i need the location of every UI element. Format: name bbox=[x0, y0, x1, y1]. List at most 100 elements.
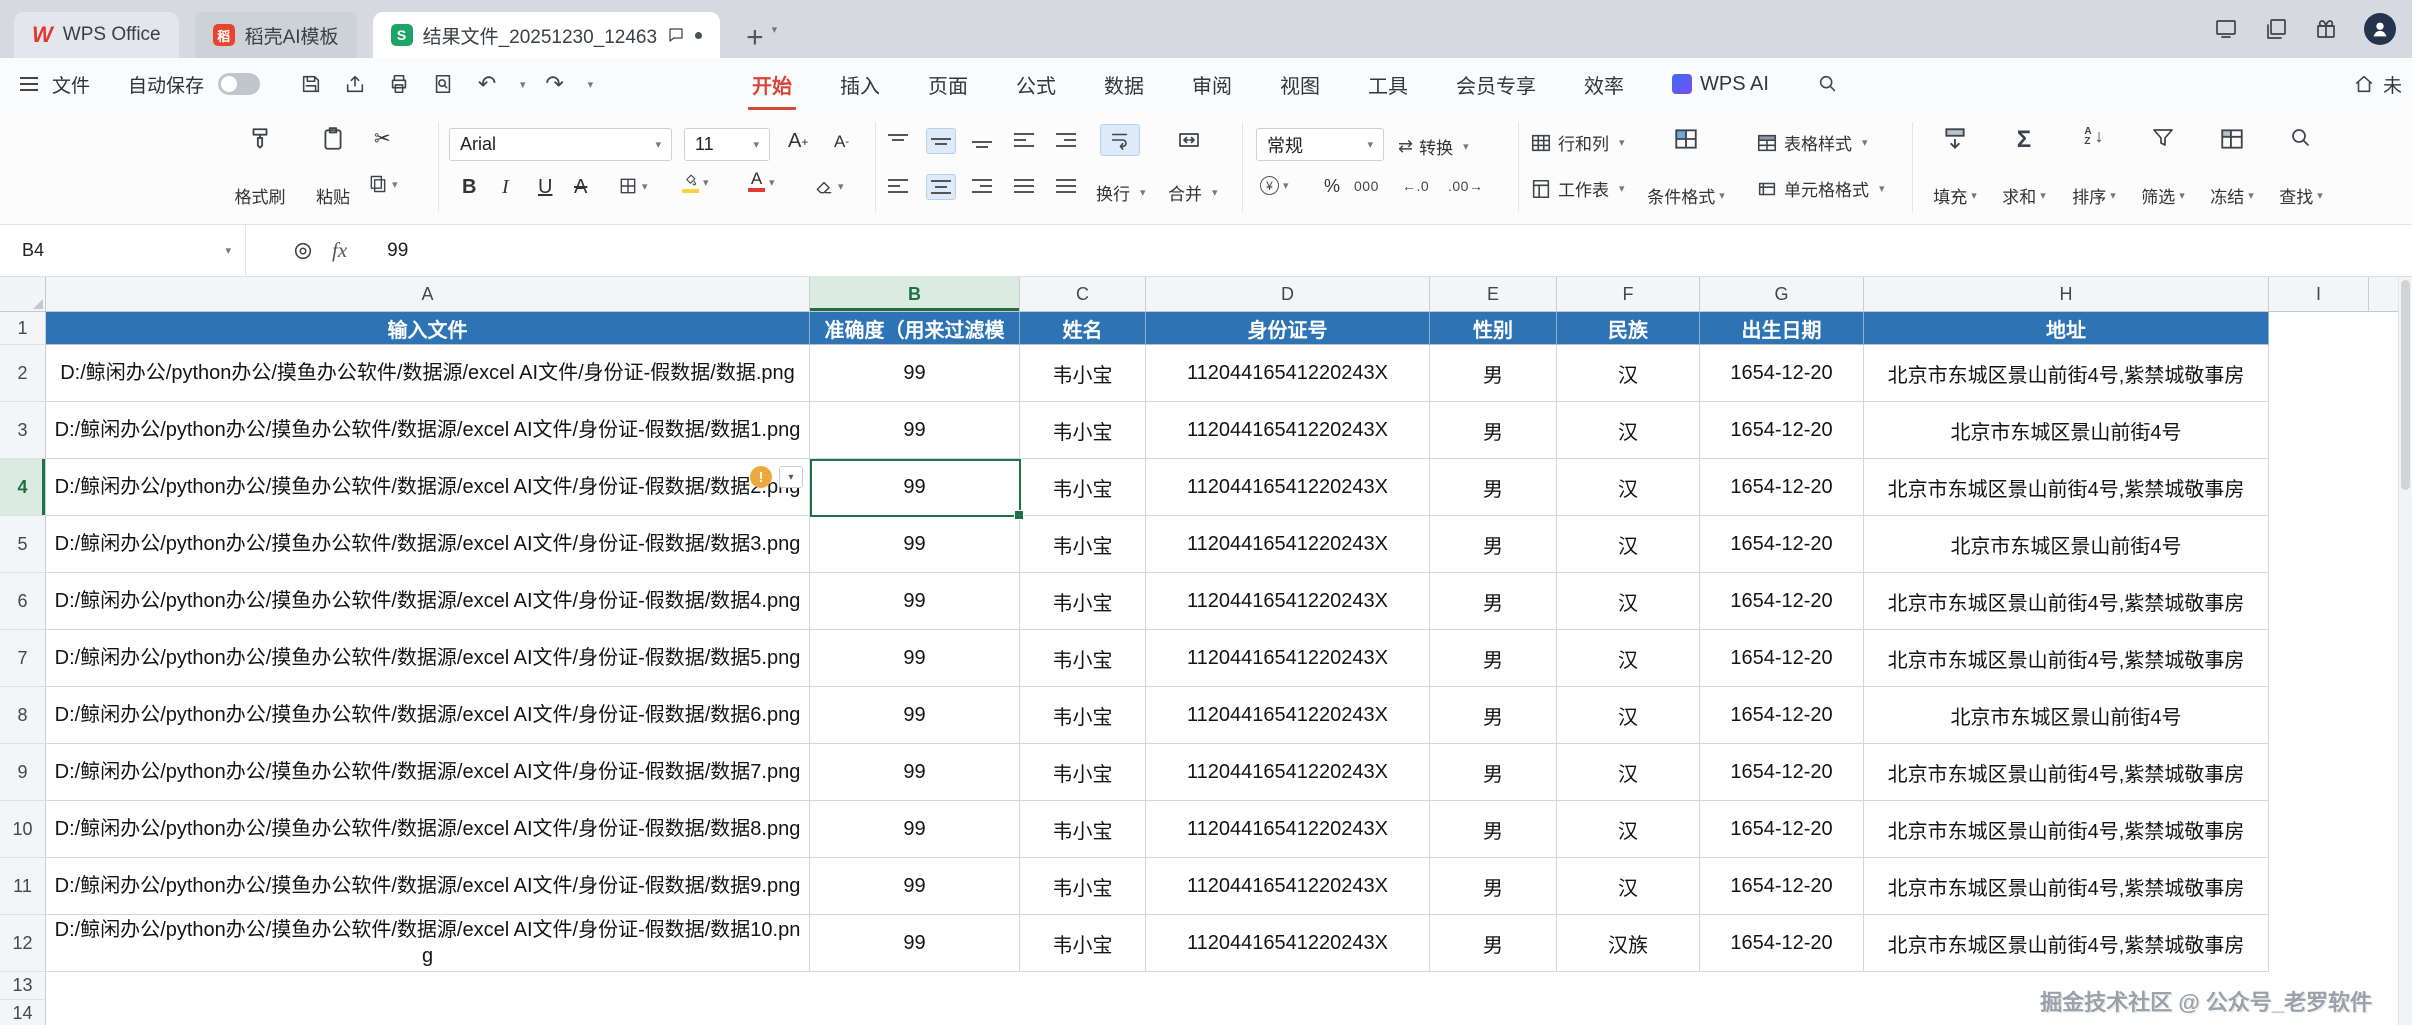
cell-F12[interactable]: 汉族 bbox=[1557, 915, 1700, 972]
cell-D12[interactable]: 11204416541220243X bbox=[1146, 915, 1430, 972]
cell-B12[interactable]: 99 bbox=[810, 915, 1020, 972]
cell-H5[interactable]: 北京市东城区景山前街4号 bbox=[1864, 516, 2269, 573]
format-painter-button[interactable]: 格式刷 bbox=[225, 118, 295, 216]
font-size-select[interactable]: 11 ▾ bbox=[684, 128, 770, 161]
header-cell-G1[interactable]: 出生日期 bbox=[1700, 312, 1864, 345]
error-warning-icon[interactable]: ! bbox=[750, 466, 772, 488]
cell-D2[interactable]: 11204416541220243X bbox=[1146, 345, 1430, 402]
cell-E10[interactable]: 男 bbox=[1430, 801, 1557, 858]
increase-decimal-button[interactable]: ←.0 bbox=[1402, 178, 1429, 194]
tab-member[interactable]: 会员专享 bbox=[1456, 58, 1536, 110]
cell-G8[interactable]: 1654-12-20 bbox=[1700, 687, 1864, 744]
undo-button[interactable]: ↶ bbox=[472, 67, 502, 101]
fill-button[interactable]: 填充 ▾ bbox=[1925, 118, 1985, 216]
new-tab-button[interactable]: + bbox=[746, 18, 764, 58]
cell-A6[interactable]: D:/鲸闲办公/python办公/摸鱼办公软件/数据源/excel AI文件/身… bbox=[46, 573, 810, 630]
print-preview-button[interactable] bbox=[428, 67, 458, 101]
cell-A4[interactable]: D:/鲸闲办公/python办公/摸鱼办公软件/数据源/excel AI文件/身… bbox=[46, 459, 810, 516]
find-button[interactable]: 查找 ▾ bbox=[2271, 118, 2331, 216]
cell-C5[interactable]: 韦小宝 bbox=[1020, 516, 1146, 573]
cell-H6[interactable]: 北京市东城区景山前街4号,紫禁城敬事房 bbox=[1864, 573, 2269, 630]
merge-cells-button[interactable] bbox=[1176, 128, 1202, 152]
cell-B2[interactable]: 99 bbox=[810, 345, 1020, 402]
tab-wps-ai[interactable]: WPS AI bbox=[1672, 58, 1769, 110]
cell-H10[interactable]: 北京市东城区景山前街4号,紫禁城敬事房 bbox=[1864, 801, 2269, 858]
paste-button[interactable]: 粘贴 bbox=[302, 118, 364, 216]
cell-D7[interactable]: 11204416541220243X bbox=[1146, 630, 1430, 687]
underline-button[interactable]: U bbox=[538, 176, 552, 199]
cell-B11[interactable]: 99 bbox=[810, 858, 1020, 915]
cell-G10[interactable]: 1654-12-20 bbox=[1700, 801, 1864, 858]
font-color-button[interactable]: A ▾ bbox=[748, 170, 775, 192]
currency-format-button[interactable]: ¥ ▾ bbox=[1260, 176, 1289, 195]
header-cell-D1[interactable]: 身份证号 bbox=[1146, 312, 1430, 345]
export-button[interactable] bbox=[340, 67, 370, 101]
cell-C12[interactable]: 韦小宝 bbox=[1020, 915, 1146, 972]
tab-docer-ai[interactable]: 稻 稻壳AI模板 bbox=[194, 12, 357, 58]
worksheet-menu[interactable]: 工作表 ▾ bbox=[1530, 176, 1625, 201]
cell-E8[interactable]: 男 bbox=[1430, 687, 1557, 744]
header-cell-F1[interactable]: 民族 bbox=[1557, 312, 1700, 345]
cell-D10[interactable]: 11204416541220243X bbox=[1146, 801, 1430, 858]
scrollbar-thumb[interactable] bbox=[2401, 280, 2410, 490]
sum-button[interactable]: Σ 求和 ▾ bbox=[1994, 118, 2054, 216]
borders-button[interactable]: ▾ bbox=[618, 176, 648, 196]
row-header-5[interactable]: 5 bbox=[0, 516, 46, 573]
align-right-button[interactable] bbox=[972, 178, 992, 194]
cell-C6[interactable]: 韦小宝 bbox=[1020, 573, 1146, 630]
cell-format-menu[interactable]: 单元格格式 ▾ bbox=[1756, 176, 1885, 201]
cell-A8[interactable]: D:/鲸闲办公/python办公/摸鱼办公软件/数据源/excel AI文件/身… bbox=[46, 687, 810, 744]
align-bottom-button[interactable] bbox=[972, 132, 992, 148]
cell-H8[interactable]: 北京市东城区景山前街4号 bbox=[1864, 687, 2269, 744]
cell-F11[interactable]: 汉 bbox=[1557, 858, 1700, 915]
cell-D9[interactable]: 11204416541220243X bbox=[1146, 744, 1430, 801]
cell-G2[interactable]: 1654-12-20 bbox=[1700, 345, 1864, 402]
align-middle-button[interactable] bbox=[926, 128, 956, 154]
row-header-13[interactable]: 13 bbox=[0, 972, 46, 1000]
cell-G11[interactable]: 1654-12-20 bbox=[1700, 858, 1864, 915]
cell-E3[interactable]: 男 bbox=[1430, 402, 1557, 459]
cell-B7[interactable]: 99 bbox=[810, 630, 1020, 687]
hamburger-menu-icon[interactable] bbox=[20, 77, 38, 91]
column-header-G[interactable]: G bbox=[1700, 277, 1864, 312]
freeze-button[interactable]: 冻结 ▾ bbox=[2202, 118, 2262, 216]
cell-D3[interactable]: 11204416541220243X bbox=[1146, 402, 1430, 459]
cell-A9[interactable]: D:/鲸闲办公/python办公/摸鱼办公软件/数据源/excel AI文件/身… bbox=[46, 744, 810, 801]
cut-button[interactable]: ✂ bbox=[374, 126, 391, 151]
autosave-toggle[interactable] bbox=[218, 73, 261, 95]
cell-B4[interactable]: 99 bbox=[810, 459, 1020, 516]
select-all-corner[interactable] bbox=[0, 277, 46, 312]
cell-C4[interactable]: 韦小宝 bbox=[1020, 459, 1146, 516]
tab-result-file[interactable]: S 结果文件_20251230_12463 bbox=[372, 12, 721, 58]
cell-E2[interactable]: 男 bbox=[1430, 345, 1557, 402]
row-header-7[interactable]: 7 bbox=[0, 630, 46, 687]
wrap-text-menu[interactable]: 换行 ▾ bbox=[1096, 180, 1146, 205]
wrap-text-button[interactable] bbox=[1100, 124, 1140, 156]
cell-A12[interactable]: D:/鲸闲办公/python办公/摸鱼办公软件/数据源/excel AI文件/身… bbox=[46, 915, 810, 972]
comment-bubble-icon[interactable] bbox=[667, 26, 685, 44]
cell-F3[interactable]: 汉 bbox=[1557, 402, 1700, 459]
cell-A5[interactable]: D:/鲸闲办公/python办公/摸鱼办公软件/数据源/excel AI文件/身… bbox=[46, 516, 810, 573]
undo-chevron-icon[interactable]: ▾ bbox=[520, 78, 526, 91]
rows-columns-menu[interactable]: 行和列 ▾ bbox=[1530, 130, 1625, 155]
menu-right-area[interactable]: 未 bbox=[2353, 58, 2402, 110]
row-header-11[interactable]: 11 bbox=[0, 858, 46, 915]
cell-B10[interactable]: 99 bbox=[810, 801, 1020, 858]
increase-indent-button[interactable] bbox=[1056, 132, 1076, 148]
header-cell-A1[interactable]: 输入文件 bbox=[46, 312, 810, 345]
cell-H11[interactable]: 北京市东城区景山前街4号,紫禁城敬事房 bbox=[1864, 858, 2269, 915]
column-header-E[interactable]: E bbox=[1430, 277, 1557, 312]
row-header-8[interactable]: 8 bbox=[0, 687, 46, 744]
header-cell-B1[interactable]: 准确度（用来过滤模 bbox=[810, 312, 1020, 345]
cell-E6[interactable]: 男 bbox=[1430, 573, 1557, 630]
cell-C8[interactable]: 韦小宝 bbox=[1020, 687, 1146, 744]
cell-E4[interactable]: 男 bbox=[1430, 459, 1557, 516]
align-center-button[interactable] bbox=[926, 174, 956, 200]
column-header-D[interactable]: D bbox=[1146, 277, 1430, 312]
cell-B9[interactable]: 99 bbox=[810, 744, 1020, 801]
cell-F7[interactable]: 汉 bbox=[1557, 630, 1700, 687]
column-header-A[interactable]: A bbox=[46, 277, 810, 312]
header-cell-C1[interactable]: 姓名 bbox=[1020, 312, 1146, 345]
column-header-C[interactable]: C bbox=[1020, 277, 1146, 312]
filter-button[interactable]: 筛选 ▾ bbox=[2133, 118, 2193, 216]
